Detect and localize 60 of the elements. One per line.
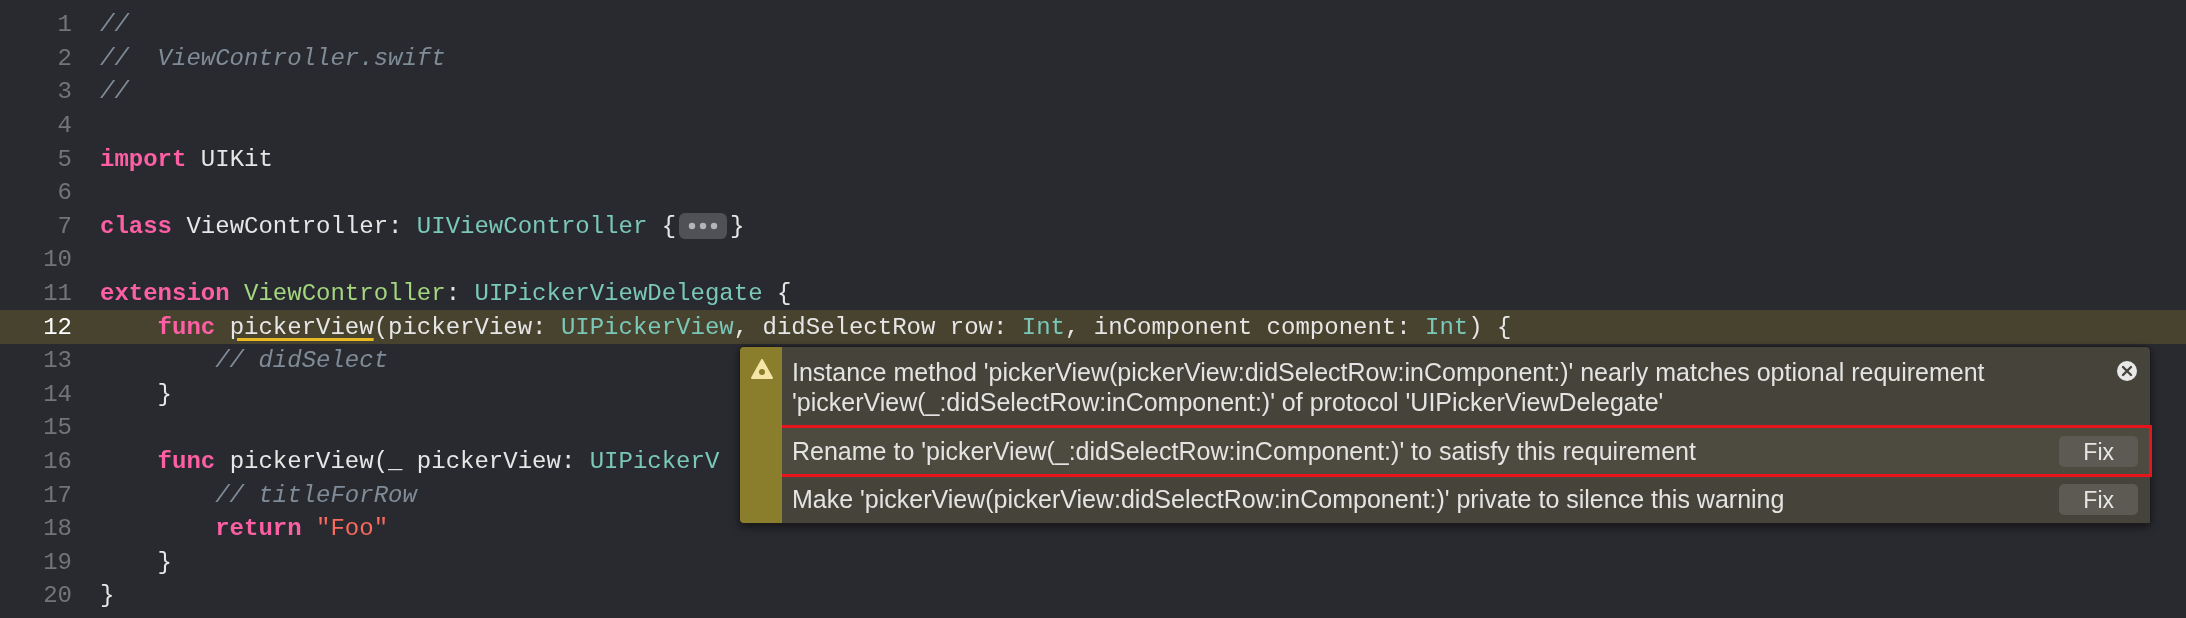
code-token: , didSelectRow row: xyxy=(733,313,1009,341)
code-token: ) { xyxy=(1468,313,1512,341)
code-token: { xyxy=(775,280,792,308)
line-number: 5 xyxy=(56,145,72,173)
code-comment: // ViewController.swift xyxy=(100,44,446,72)
code-token: ViewController xyxy=(244,280,446,308)
line-number: 19 xyxy=(42,548,72,576)
code-token: : xyxy=(445,280,462,308)
code-token: , inComponent component: xyxy=(1065,313,1412,341)
line-number: 12 xyxy=(42,313,72,341)
line-number: 13 xyxy=(42,347,72,375)
code-token: return xyxy=(214,515,303,543)
line-number: 4 xyxy=(56,112,72,140)
line-number: 6 xyxy=(56,179,72,207)
line-number: 18 xyxy=(42,515,72,543)
warning-icon xyxy=(751,359,773,379)
code-token: UIViewController xyxy=(416,212,648,240)
code-token: "Foo" xyxy=(316,515,389,543)
code-comment: // didSelect xyxy=(214,347,389,375)
close-icon[interactable] xyxy=(2116,360,2138,382)
code-token: UIPickerView xyxy=(560,313,734,341)
code-token: UIPickerViewDelegate xyxy=(474,280,763,308)
issue-message: Instance method 'pickerView(pickerView:didSelectRow:inComponent:)' nearly matches optional requirement 'pickerView(_:didSelectRow:inComponent:)' of protocol 'UIPickerViewDelegate' xyxy=(791,357,1986,418)
code-token: } xyxy=(100,582,115,610)
line-number: 1 xyxy=(56,11,72,39)
code-comment: // xyxy=(100,11,129,39)
fix-description: Rename to 'pickerView(_:didSelectRow:inComponent:)' to satisfy this requirement xyxy=(792,437,1696,466)
code-comment: // titleForRow xyxy=(214,481,417,509)
line-number: 2 xyxy=(56,44,72,72)
line-number: 15 xyxy=(42,414,72,442)
code-token: pickerView(_ pickerView: xyxy=(229,448,577,475)
line-number: 20 xyxy=(42,582,72,610)
code-comment: // xyxy=(100,78,129,106)
code-token: Int xyxy=(1021,313,1065,341)
code-token: } xyxy=(156,380,172,408)
code-token: pickerView xyxy=(229,313,374,341)
code-token: extension xyxy=(100,280,231,308)
line-number: 16 xyxy=(42,448,72,475)
fix-button[interactable]: Fix xyxy=(2059,484,2138,515)
fix-button[interactable]: Fix xyxy=(2059,436,2138,467)
folded-code-ellipsis-icon[interactable] xyxy=(679,213,728,240)
line-number: 3 xyxy=(56,78,72,106)
line-number: 17 xyxy=(42,481,72,509)
code-token: (pickerView: xyxy=(373,313,548,341)
line-number: 14 xyxy=(42,380,72,408)
code-token: } xyxy=(730,212,745,240)
code-token: import xyxy=(100,145,188,173)
code-token: func xyxy=(156,313,217,341)
line-number: 10 xyxy=(42,246,72,274)
code-token: class xyxy=(100,212,173,240)
fix-description: Make 'pickerView(pickerView:didSelectRow:inComponent:)' private to silence this warning xyxy=(792,485,1785,514)
code-token: } xyxy=(156,548,172,576)
code-token: ViewController: xyxy=(186,212,404,240)
code-token: { xyxy=(660,212,677,240)
line-number: 11 xyxy=(42,280,72,308)
code-token: UIKit xyxy=(200,145,273,173)
line-number: 7 xyxy=(56,212,72,240)
code-token: Int xyxy=(1425,313,1469,341)
code-token: UIPickerV xyxy=(589,448,720,475)
code-token: func xyxy=(156,448,217,475)
